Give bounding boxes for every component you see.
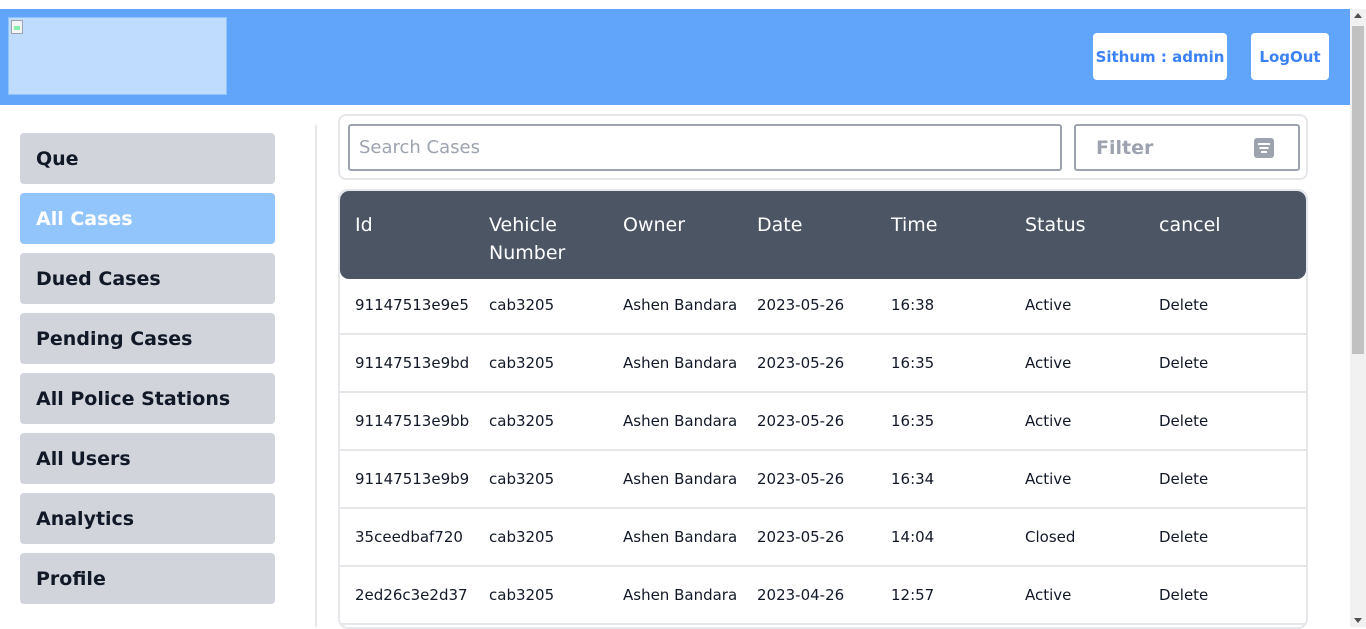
filter-button[interactable]: Filter	[1074, 124, 1300, 171]
cell-id: 91147513e9e5	[355, 296, 469, 314]
delete-link[interactable]: Delete	[1159, 586, 1208, 604]
sidebar-item-all-police-stations[interactable]: All Police Stations	[20, 373, 275, 424]
table-row[interactable]: 91147513e9bb cab3205 Ashen Bandara 2023-…	[340, 395, 1306, 451]
sidebar-divider	[315, 125, 317, 627]
broken-image-icon	[11, 20, 23, 34]
column-header-status: Status	[1025, 214, 1086, 236]
cases-table: Id Vehicle Number Owner Date Time Status…	[338, 189, 1308, 629]
cell-status: Active	[1025, 470, 1072, 488]
cell-vehicle-number: cab3205	[489, 412, 555, 430]
column-header-time: Time	[891, 214, 938, 236]
cell-owner: Ashen Bandara	[623, 470, 738, 488]
cell-time: 16:35	[891, 354, 935, 372]
delete-link[interactable]: Delete	[1159, 412, 1208, 430]
sidebar-item-dued-cases[interactable]: Dued Cases	[20, 253, 275, 304]
sidebar-item-pending-cases[interactable]: Pending Cases	[20, 313, 275, 364]
cell-status: Active	[1025, 296, 1072, 314]
top-strip	[0, 0, 1366, 9]
table-row[interactable]: 35ceedbaf720 cab3205 Ashen Bandara 2023-…	[340, 511, 1306, 567]
cell-id: 35ceedbaf720	[355, 528, 463, 546]
logout-button[interactable]: LogOut	[1251, 33, 1329, 80]
cell-date: 2023-05-26	[757, 470, 845, 488]
cell-date: 2023-05-26	[757, 354, 845, 372]
cell-owner: Ashen Bandara	[623, 412, 738, 430]
cell-time: 14:04	[891, 528, 935, 546]
search-input[interactable]	[348, 124, 1062, 171]
cell-time: 16:38	[891, 296, 935, 314]
sidebar-item-analytics[interactable]: Analytics	[20, 493, 275, 544]
user-account-button[interactable]: Sithum : admin	[1093, 33, 1227, 80]
table-row[interactable]: 2ed26c3e2d37 cab3205 Ashen Bandara 2023-…	[340, 569, 1306, 625]
cell-vehicle-number: cab3205	[489, 586, 555, 604]
delete-link[interactable]: Delete	[1159, 296, 1208, 314]
sidebar-nav: Que All Cases Dued Cases Pending Cases A…	[20, 133, 275, 613]
column-header-date: Date	[757, 214, 803, 236]
column-header-vehicle-number-label: Vehicle Number	[489, 214, 566, 264]
table-header: Id Vehicle Number Owner Date Time Status…	[340, 191, 1306, 279]
cell-vehicle-number: cab3205	[489, 528, 555, 546]
page-scrollbar[interactable]	[1350, 9, 1366, 627]
cell-date: 2023-05-26	[757, 528, 845, 546]
logo-image[interactable]	[8, 17, 227, 95]
cell-id: 2ed26c3e2d37	[355, 586, 468, 604]
cell-time: 16:34	[891, 470, 935, 488]
cell-id: 91147513e9b9	[355, 470, 470, 488]
table-row[interactable]: 91147513e9b9 cab3205 Ashen Bandara 2023-…	[340, 453, 1306, 509]
delete-link[interactable]: Delete	[1159, 470, 1208, 488]
sidebar-item-all-users[interactable]: All Users	[20, 433, 275, 484]
cell-owner: Ashen Bandara	[623, 354, 738, 372]
sidebar-item-profile[interactable]: Profile	[20, 553, 275, 604]
cell-status: Active	[1025, 354, 1072, 372]
cell-owner: Ashen Bandara	[623, 296, 738, 314]
cell-status: Closed	[1025, 528, 1076, 546]
cell-status: Active	[1025, 586, 1072, 604]
scroll-down-arrow-icon[interactable]	[1354, 618, 1362, 623]
filter-list-icon	[1254, 138, 1274, 158]
sidebar-item-all-cases[interactable]: All Cases	[20, 193, 275, 244]
cell-vehicle-number: cab3205	[489, 296, 555, 314]
scrollbar-thumb[interactable]	[1352, 26, 1364, 354]
delete-link[interactable]: Delete	[1159, 354, 1208, 372]
cell-owner: Ashen Bandara	[623, 586, 738, 604]
app-header: Sithum : admin LogOut	[0, 9, 1350, 105]
filter-label: Filter	[1096, 136, 1154, 159]
cell-date: 2023-05-26	[757, 296, 845, 314]
cell-status: Active	[1025, 412, 1072, 430]
scroll-up-arrow-icon[interactable]	[1354, 13, 1362, 18]
cell-date: 2023-05-26	[757, 412, 845, 430]
table-row[interactable]: 91147513e9bd cab3205 Ashen Bandara 2023-…	[340, 337, 1306, 393]
cell-vehicle-number: cab3205	[489, 354, 555, 372]
column-header-cancel: cancel	[1159, 214, 1221, 236]
cell-id: 91147513e9bd	[355, 354, 470, 372]
table-row[interactable]: 91147513e9e5 cab3205 Ashen Bandara 2023-…	[340, 279, 1306, 335]
cell-owner: Ashen Bandara	[623, 528, 738, 546]
cell-id: 91147513e9bb	[355, 412, 470, 430]
search-bar: Filter	[338, 114, 1308, 180]
delete-link[interactable]: Delete	[1159, 528, 1208, 546]
sidebar-item-que[interactable]: Que	[20, 133, 275, 184]
column-header-owner: Owner	[623, 214, 686, 236]
cell-time: 12:57	[891, 586, 935, 604]
cell-vehicle-number: cab3205	[489, 470, 555, 488]
column-header-id: Id	[355, 214, 373, 236]
column-header-vehicle-number: Vehicle Number	[489, 211, 609, 267]
cell-date: 2023-04-26	[757, 586, 845, 604]
cell-time: 16:35	[891, 412, 935, 430]
